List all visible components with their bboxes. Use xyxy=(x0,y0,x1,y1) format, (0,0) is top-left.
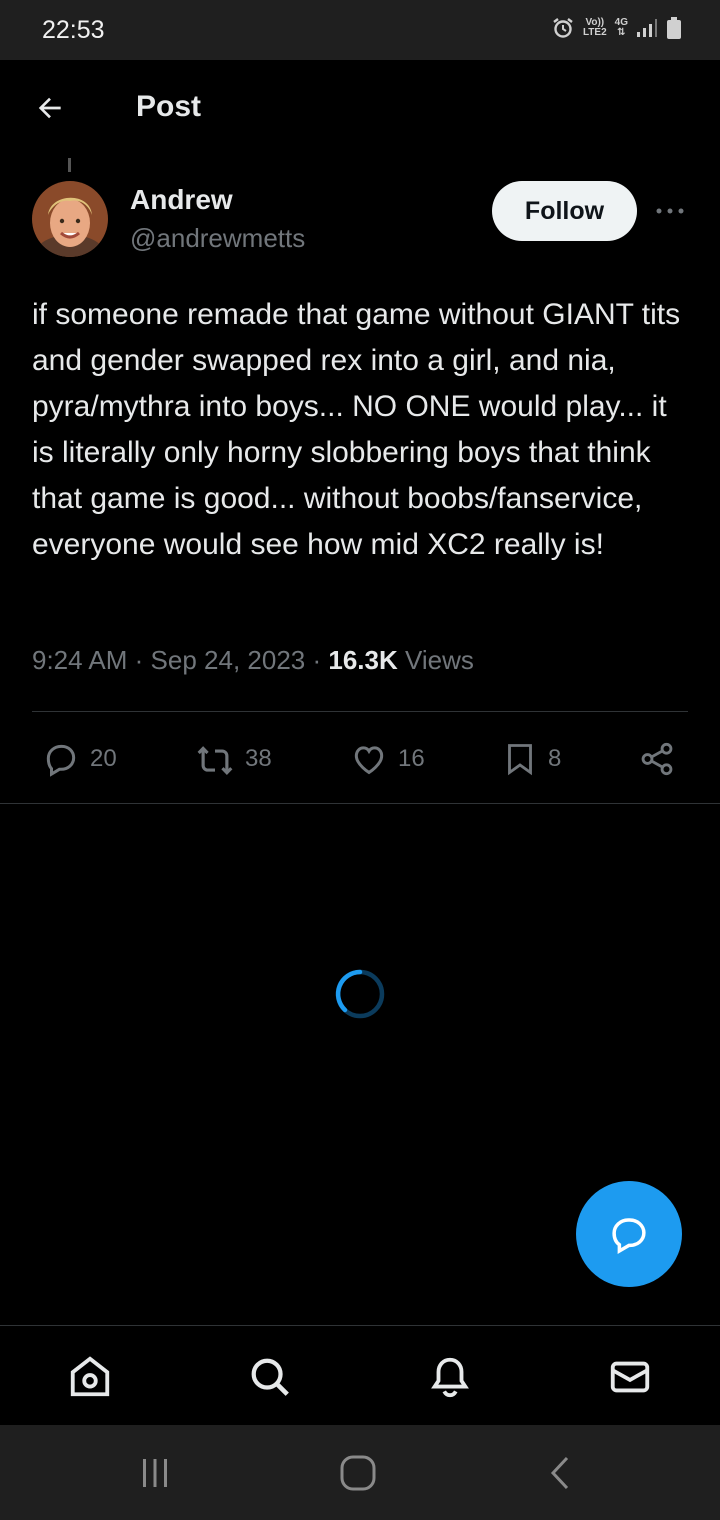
divider xyxy=(32,711,688,712)
repost-button[interactable]: 38 xyxy=(195,736,272,782)
loading-spinner xyxy=(334,968,386,1020)
author-handle[interactable]: @andrewmetts xyxy=(130,223,305,254)
nav-notifications[interactable] xyxy=(425,1352,475,1402)
views-label: Views xyxy=(405,645,474,675)
compose-reply-icon xyxy=(612,1218,646,1255)
battery-icon xyxy=(666,16,682,40)
more-options-button[interactable] xyxy=(650,196,690,226)
meta-separator: · xyxy=(134,645,144,675)
system-home-button[interactable] xyxy=(333,1453,383,1493)
views-count: 16.3K xyxy=(328,645,398,675)
like-count: 16 xyxy=(398,745,425,772)
follow-button[interactable]: Follow xyxy=(492,181,637,241)
heart-icon xyxy=(354,746,384,775)
alarm-icon xyxy=(551,16,575,40)
status-bar: 22:53 Vo)) LTE2 4G ⇅ xyxy=(0,0,720,60)
share-icon xyxy=(641,742,673,776)
volte-icon: Vo)) LTE2 xyxy=(583,18,607,38)
reply-count: 20 xyxy=(90,745,117,772)
arrow-left-icon xyxy=(38,97,61,119)
author-name[interactable]: Andrew xyxy=(130,184,233,216)
signal-icon xyxy=(636,18,658,38)
meta-separator: · xyxy=(312,645,322,675)
status-icons: Vo)) LTE2 4G ⇅ xyxy=(551,16,682,40)
recent-apps-icon xyxy=(143,1459,167,1487)
bookmark-icon xyxy=(508,744,532,776)
recent-apps-button[interactable] xyxy=(130,1453,180,1493)
post-date[interactable]: Sep 24, 2023 xyxy=(151,645,306,675)
bookmark-button[interactable]: 8 xyxy=(502,736,561,782)
share-button[interactable] xyxy=(638,736,676,782)
back-icon xyxy=(550,1456,569,1490)
status-time: 22:53 xyxy=(42,16,105,44)
post-actions: 20 38 16 8 xyxy=(0,736,720,782)
reply-button[interactable]: 20 xyxy=(42,736,117,782)
4g-data-icon: 4G ⇅ xyxy=(614,17,628,38)
bottom-navigation xyxy=(0,1325,720,1425)
post-time[interactable]: 9:24 AM xyxy=(32,645,127,675)
bookmark-count: 8 xyxy=(548,745,562,772)
home-button-icon xyxy=(340,1455,376,1491)
messages-icon xyxy=(610,1361,650,1393)
avatar[interactable] xyxy=(32,181,108,257)
reply-icon xyxy=(46,744,76,777)
home-icon xyxy=(70,1356,110,1397)
nav-search[interactable] xyxy=(245,1352,295,1402)
like-button[interactable]: 16 xyxy=(350,736,425,782)
network-bottom-label: LTE2 xyxy=(582,27,607,38)
divider xyxy=(0,803,720,804)
thread-line xyxy=(68,158,71,172)
top-app-bar: Post xyxy=(0,60,720,156)
nav-home[interactable] xyxy=(65,1352,115,1402)
system-back-button[interactable] xyxy=(535,1453,585,1493)
notifications-icon xyxy=(431,1357,469,1398)
system-navigation-bar xyxy=(0,1425,720,1520)
repost-count: 38 xyxy=(245,745,272,772)
post-text: if someone remade that game without GIAN… xyxy=(32,298,681,561)
nav-messages[interactable] xyxy=(605,1352,655,1402)
back-button[interactable] xyxy=(30,88,70,128)
repost-icon xyxy=(197,746,233,775)
search-icon xyxy=(251,1358,289,1396)
page-title: Post xyxy=(136,90,202,123)
more-horizontal-icon xyxy=(656,208,684,214)
post-metadata: 9:24 AM · Sep 24, 2023 · 16.3K Views xyxy=(32,645,474,676)
reply-fab[interactable] xyxy=(576,1181,682,1287)
